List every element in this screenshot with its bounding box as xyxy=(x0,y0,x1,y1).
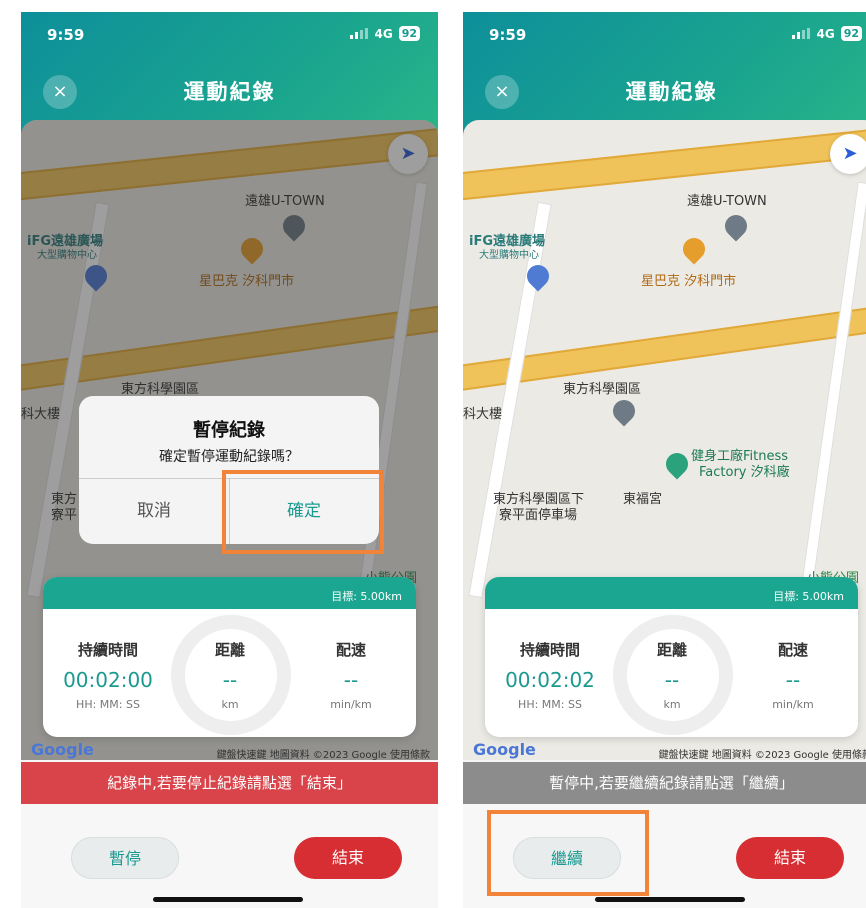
map-label: 東方科學園區 xyxy=(563,382,642,397)
status-banner: 暫停中,若要繼續紀錄請點選「繼續」 xyxy=(463,762,866,804)
duration-value: 00:02:02 xyxy=(505,668,595,692)
pace-unit: min/km xyxy=(772,698,814,711)
duration-label: 持續時間 xyxy=(77,641,138,659)
phone-screen-paused: 9:59 4G 92 × 運動紀錄 ➤ 遠雄U-TOWN iFG遠雄廣場 大型購… xyxy=(463,12,866,908)
status-banner: 紀錄中,若要停止紀錄請點選「結束」 xyxy=(21,762,438,804)
distance-stat: 距離 -- km xyxy=(607,639,737,711)
distance-value: -- xyxy=(664,668,680,692)
location-pin-icon xyxy=(608,395,640,427)
page-title: 運動紀錄 xyxy=(183,80,276,104)
map-label: 遠雄U-TOWN xyxy=(687,194,767,209)
locate-icon[interactable]: ➤ xyxy=(830,134,866,174)
map-label: 東福宮 xyxy=(623,492,663,507)
location-pin-icon xyxy=(720,210,752,242)
duration-stat: 持續時間 00:02:02 HH: MM: SS xyxy=(485,639,615,711)
stats-card: 目標: 5.00km 持續時間 00:02:00 HH: MM: SS 距離 -… xyxy=(43,577,416,737)
highlight-box xyxy=(222,470,384,554)
duration-stat: 持續時間 00:02:00 HH: MM: SS xyxy=(43,639,173,711)
pace-stat: 配速 -- min/km xyxy=(286,639,416,711)
map-footer: Google 鍵盤快速鍵 地圖資料 ©2023 Google 使用條款 xyxy=(21,740,438,762)
fitness-pin-icon xyxy=(661,448,693,480)
highlight-box xyxy=(487,810,649,896)
home-indicator xyxy=(153,897,303,902)
map-label: 大型購物中心 xyxy=(479,250,539,261)
stats-card: 目標: 5.00km 持續時間 00:02:02 HH: MM: SS 距離 -… xyxy=(485,577,858,737)
pause-button[interactable]: 暫停 xyxy=(71,837,179,879)
pace-value: -- xyxy=(343,668,359,692)
map-footer-links[interactable]: 鍵盤快速鍵 地圖資料 ©2023 Google 使用條款 xyxy=(659,746,866,761)
map-footer-links[interactable]: 鍵盤快速鍵 地圖資料 ©2023 Google 使用條款 xyxy=(217,746,430,761)
duration-label: 持續時間 xyxy=(519,641,580,659)
battery-icon: 92 xyxy=(840,26,862,41)
signal-icon xyxy=(350,28,369,39)
distance-unit: km xyxy=(221,698,239,711)
distance-value: -- xyxy=(222,668,238,692)
status-time: 9:59 xyxy=(47,26,85,44)
google-logo: Google xyxy=(473,740,536,759)
google-logo: Google xyxy=(31,740,94,759)
pace-stat: 配速 -- min/km xyxy=(728,639,858,711)
pace-label: 配速 xyxy=(335,641,366,659)
cancel-button[interactable]: 取消 xyxy=(79,478,229,544)
map-road xyxy=(468,201,552,599)
map-footer: Google 鍵盤快速鍵 地圖資料 ©2023 Google 使用條款 xyxy=(463,740,866,762)
status-right: 4G 92 xyxy=(350,26,420,41)
status-right: 4G 92 xyxy=(792,26,862,41)
map-label: 星巴克 汐科門市 xyxy=(641,274,737,289)
duration-unit: HH: MM: SS xyxy=(518,698,582,711)
network-label: 4G xyxy=(816,26,835,41)
goal-label: 目標: 5.00km xyxy=(485,577,858,609)
bottom-bar: 暫停 結束 xyxy=(21,804,438,908)
duration-value: 00:02:00 xyxy=(63,668,153,692)
cafe-pin-icon xyxy=(678,233,710,265)
page-title: 運動紀錄 xyxy=(625,80,718,104)
distance-label: 距離 xyxy=(656,641,687,659)
status-time: 9:59 xyxy=(489,26,527,44)
pace-label: 配速 xyxy=(777,641,808,659)
home-indicator xyxy=(595,897,745,902)
pace-unit: min/km xyxy=(330,698,372,711)
pace-value: -- xyxy=(785,668,801,692)
dialog-title: 暫停紀錄 xyxy=(193,420,265,441)
phone-screen-recording: 9:59 4G 92 × 運動紀錄 ➤ 遠雄U-TOWN iFG遠雄廣場 大型購… xyxy=(21,12,438,908)
distance-label: 距離 xyxy=(214,641,245,659)
end-button[interactable]: 結束 xyxy=(294,837,402,879)
status-bar: 9:59 4G 92 xyxy=(489,26,862,48)
end-button[interactable]: 結束 xyxy=(736,837,844,879)
signal-icon xyxy=(792,28,811,39)
distance-unit: km xyxy=(663,698,681,711)
map-label: 寮平面停車場 xyxy=(499,508,578,523)
map-label: 科大樓 xyxy=(463,407,503,422)
dialog-message: 確定暫停運動紀錄嗎？ xyxy=(159,449,299,465)
goal-label: 目標: 5.00km xyxy=(43,577,416,609)
duration-unit: HH: MM: SS xyxy=(76,698,140,711)
status-bar: 9:59 4G 92 xyxy=(47,26,420,48)
map-road xyxy=(463,126,866,202)
network-label: 4G xyxy=(374,26,393,41)
distance-stat: 距離 -- km xyxy=(165,639,295,711)
battery-icon: 92 xyxy=(398,26,420,41)
map-label: Factory 汐科廠 xyxy=(699,465,790,480)
